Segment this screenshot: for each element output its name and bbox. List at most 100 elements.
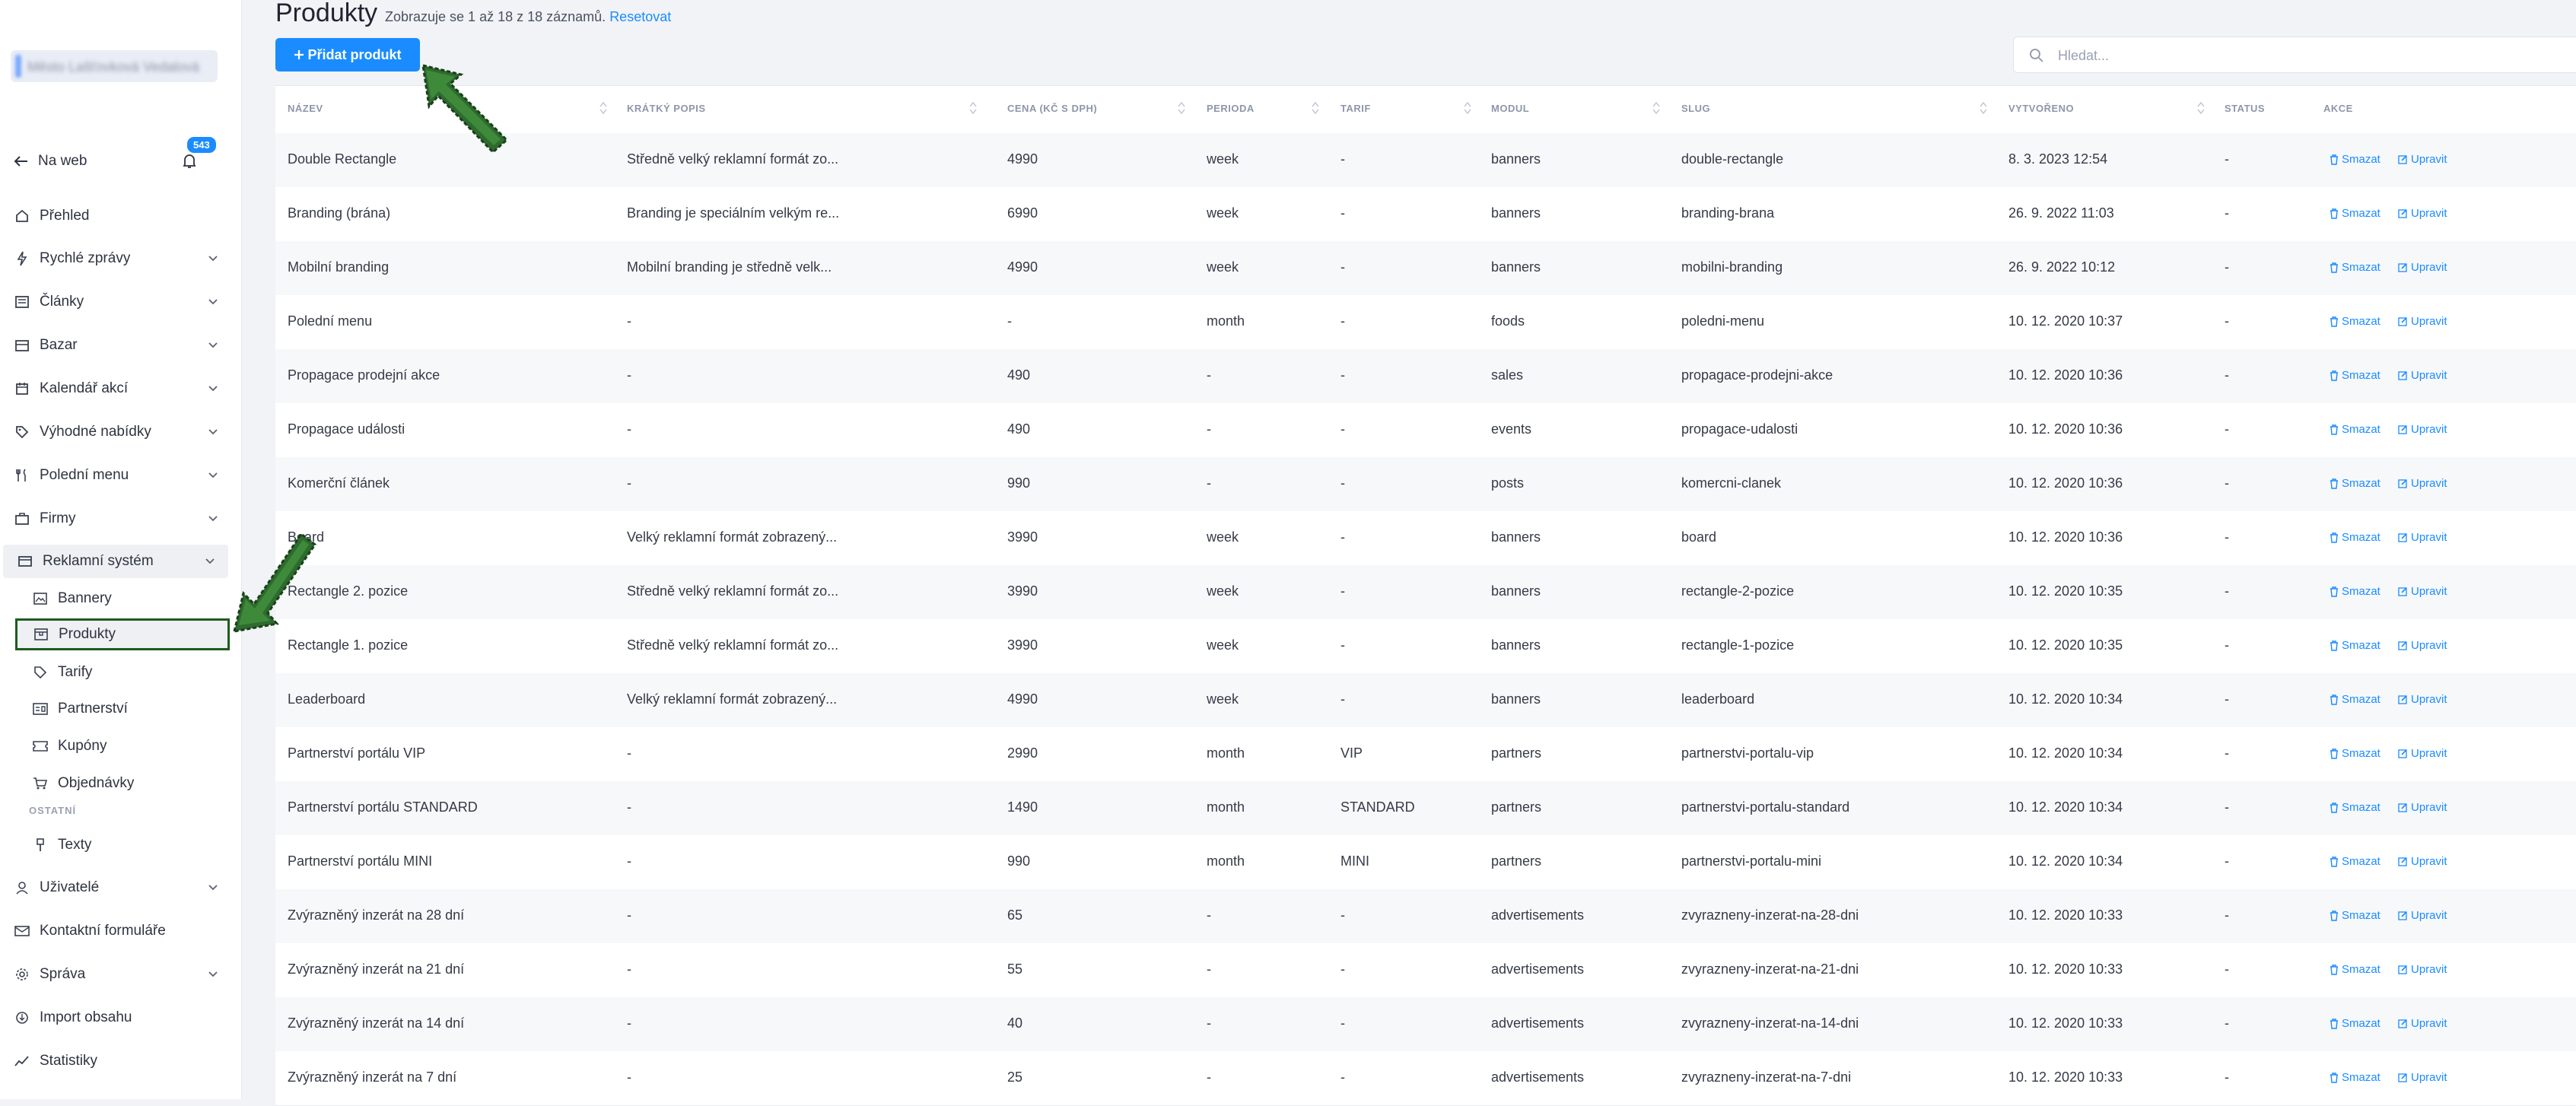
edit-button[interactable]: Upravit xyxy=(2398,693,2447,706)
cell-status: - xyxy=(2225,745,2229,761)
reset-link[interactable]: Resetovat xyxy=(609,9,671,24)
delete-button[interactable]: Smazat xyxy=(2330,315,2380,328)
sidebar-subitem-partnerstvi[interactable]: Partnerství xyxy=(29,693,222,725)
sidebar-subitem-texty[interactable]: Texty xyxy=(29,829,222,861)
newspaper-icon xyxy=(14,294,30,310)
sort-icon[interactable] xyxy=(1178,101,1185,115)
sort-icon[interactable] xyxy=(1980,101,1987,115)
delete-button[interactable]: Smazat xyxy=(2330,207,2380,220)
sort-icon[interactable] xyxy=(2197,101,2205,115)
sidebar-item-reklamni-system[interactable]: Reklamní systém xyxy=(3,545,228,578)
column-header-module[interactable]: MODUL xyxy=(1491,103,1529,114)
sidebar-subitem-label: Tarify xyxy=(58,664,93,680)
sidebar-item-prehled[interactable]: Přehled xyxy=(0,199,231,233)
image-icon xyxy=(32,590,49,607)
sidebar-item-sprava[interactable]: Správa xyxy=(0,958,231,991)
delete-button[interactable]: Smazat xyxy=(2330,693,2380,706)
account-logo xyxy=(15,55,21,78)
sidebar-item-bazar[interactable]: Bazar xyxy=(0,329,231,362)
sort-icon[interactable] xyxy=(1312,101,1319,115)
sidebar-item-kalendar-akci[interactable]: Kalendář akcí xyxy=(0,372,231,405)
sidebar-subitem-kupony[interactable]: Kupóny xyxy=(29,730,222,762)
cell-module: events xyxy=(1491,421,1532,437)
delete-button[interactable]: Smazat xyxy=(2330,801,2380,814)
sidebar-item-clanky[interactable]: Články xyxy=(0,285,231,319)
column-header-name[interactable]: NÁZEV xyxy=(288,103,323,114)
delete-button[interactable]: Smazat xyxy=(2330,963,2380,976)
sidebar-subitem-objednavky[interactable]: Objednávky xyxy=(29,768,222,799)
sidebar-subitem-produkty[interactable]: Produkty xyxy=(15,618,230,650)
edit-button[interactable]: Upravit xyxy=(2398,909,2447,922)
cell-tariff: - xyxy=(1340,907,1345,923)
edit-button[interactable]: Upravit xyxy=(2398,855,2447,868)
delete-button[interactable]: Smazat xyxy=(2330,369,2380,382)
sidebar-item-statistiky[interactable]: Statistiky xyxy=(0,1044,231,1078)
cell-created: 10. 12. 2020 10:35 xyxy=(2008,583,2123,599)
delete-button[interactable]: Smazat xyxy=(2330,423,2380,436)
cell-description: - xyxy=(627,367,631,383)
delete-button[interactable]: Smazat xyxy=(2330,855,2380,868)
sidebar-item-import-obsahu[interactable]: Import obsahu xyxy=(0,1001,231,1034)
sidebar: Město Lašťovková Vedalová Na web 543 Pře… xyxy=(0,0,242,1099)
edit-button[interactable]: Upravit xyxy=(2398,261,2447,274)
sort-icon[interactable] xyxy=(1652,101,1660,115)
cell-name: Partnerství portálu STANDARD xyxy=(288,799,478,815)
table-row: Double Rectangle Středně velký reklamní f… xyxy=(275,133,2576,188)
box-icon xyxy=(33,626,49,643)
sort-icon[interactable] xyxy=(969,101,977,115)
sidebar-item-rychle-zpravy[interactable]: Rychlé zprávy xyxy=(0,242,231,275)
edit-button[interactable]: Upravit xyxy=(2398,639,2447,652)
table-row: Mobilní branding Mobilní branding je stře… xyxy=(275,241,2576,296)
column-header-created[interactable]: VYTVOŘENO xyxy=(2008,103,2074,114)
delete-button[interactable]: Smazat xyxy=(2330,261,2380,274)
delete-button[interactable]: Smazat xyxy=(2330,153,2380,166)
edit-button[interactable]: Upravit xyxy=(2398,801,2447,814)
delete-button[interactable]: Smazat xyxy=(2330,639,2380,652)
back-to-web-link[interactable]: Na web xyxy=(14,149,87,173)
cell-status: - xyxy=(2225,1015,2229,1031)
delete-button[interactable]: Smazat xyxy=(2330,531,2380,544)
sidebar-subitem-tarify[interactable]: Tarify xyxy=(29,656,222,688)
search-input[interactable] xyxy=(2056,45,2516,66)
edit-button[interactable]: Upravit xyxy=(2398,423,2447,436)
cell-created: 10. 12. 2020 10:33 xyxy=(2008,1015,2123,1031)
sidebar-item-firmy[interactable]: Firmy xyxy=(0,502,231,536)
column-header-slug[interactable]: SLUG xyxy=(1681,103,1710,114)
annotation-arrow-icon xyxy=(233,532,317,633)
edit-button[interactable]: Upravit xyxy=(2398,477,2447,490)
add-product-button[interactable]: Přidat produkt xyxy=(275,38,420,72)
sidebar-item-vyhodne-nabidky[interactable]: Výhodné nabídky xyxy=(0,415,231,449)
table-row: Branding (brána) Branding je speciálním v… xyxy=(275,187,2576,242)
cell-status: - xyxy=(2225,961,2229,977)
sidebar-item-poledni-menu[interactable]: Polední menu xyxy=(0,459,231,492)
notifications-button[interactable] xyxy=(180,149,205,175)
delete-button[interactable]: Smazat xyxy=(2330,747,2380,760)
delete-button[interactable]: Smazat xyxy=(2330,477,2380,490)
sort-icon[interactable] xyxy=(599,101,607,115)
account-switcher[interactable]: Město Lašťovková Vedalová xyxy=(11,50,218,82)
delete-button[interactable]: Smazat xyxy=(2330,585,2380,598)
edit-button[interactable]: Upravit xyxy=(2398,1017,2447,1030)
delete-button[interactable]: Smazat xyxy=(2330,1071,2380,1084)
chevron-down-icon xyxy=(208,256,218,262)
sidebar-item-uzivatele[interactable]: Uživatelé xyxy=(0,871,231,904)
column-header-period[interactable]: PERIODA xyxy=(1207,103,1255,114)
edit-button[interactable]: Upravit xyxy=(2398,369,2447,382)
edit-button[interactable]: Upravit xyxy=(2398,315,2447,328)
edit-button[interactable]: Upravit xyxy=(2398,1071,2447,1084)
edit-button[interactable]: Upravit xyxy=(2398,531,2447,544)
sidebar-item-kontaktni-formulare[interactable]: Kontaktní formuláře xyxy=(0,914,231,948)
edit-button[interactable]: Upravit xyxy=(2398,585,2447,598)
column-header-tariff[interactable]: TARIF xyxy=(1340,103,1371,114)
edit-button[interactable]: Upravit xyxy=(2398,747,2447,760)
edit-button[interactable]: Upravit xyxy=(2398,207,2447,220)
delete-button[interactable]: Smazat xyxy=(2330,909,2380,922)
cell-period: - xyxy=(1207,907,1211,923)
delete-button[interactable]: Smazat xyxy=(2330,1017,2380,1030)
edit-button[interactable]: Upravit xyxy=(2398,153,2447,166)
edit-button[interactable]: Upravit xyxy=(2398,963,2447,976)
sidebar-subitem-bannery[interactable]: Bannery xyxy=(29,583,222,615)
column-header-description[interactable]: KRÁTKÝ POPIS xyxy=(627,103,706,114)
column-header-price[interactable]: CENA (KČ S DPH) xyxy=(1007,103,1097,114)
sort-icon[interactable] xyxy=(1464,101,1471,115)
